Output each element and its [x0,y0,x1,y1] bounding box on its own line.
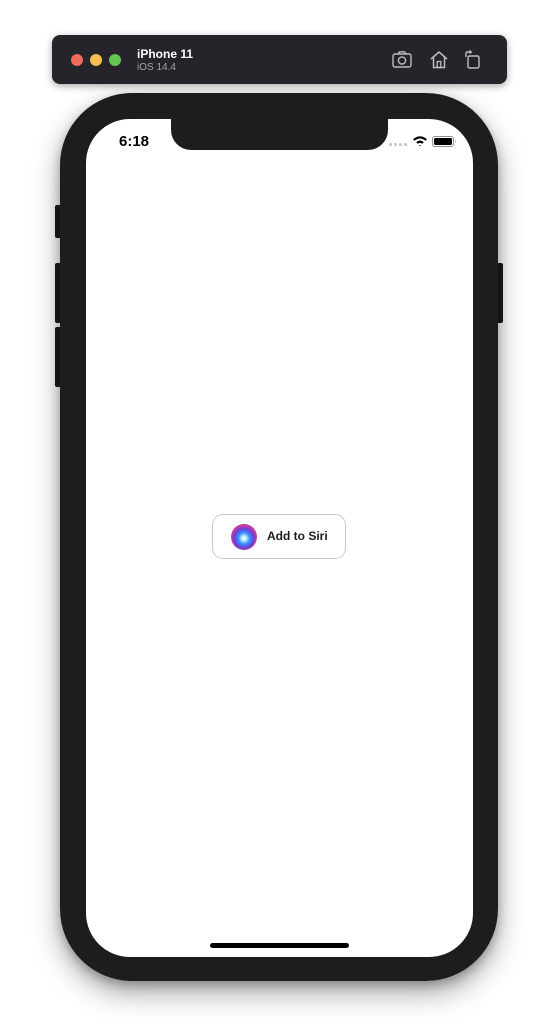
battery-icon [432,136,456,147]
simulator-toolbar: iPhone 11 iOS 14.4 [52,35,507,84]
device-os-version: iOS 14.4 [137,62,176,73]
home-icon [430,51,448,69]
device-screen: 6:18 Add to Siri [86,119,473,957]
cellular-signal-icon [389,143,407,146]
device-name: iPhone 11 [137,47,194,61]
close-window-button[interactable] [71,54,83,66]
simulator-window: iPhone 11 iOS 14.4 6:18 Add to Siri [0,0,559,1024]
siri-icon [231,524,257,550]
add-to-siri-button[interactable]: Add to Siri [212,514,346,559]
rotate-icon [465,49,480,69]
add-to-siri-label: Add to Siri [267,529,328,543]
notch [171,119,388,150]
home-button[interactable] [427,48,451,72]
wifi-icon [413,136,427,147]
screenshot-icon [392,51,412,68]
rotate-button[interactable] [461,48,485,72]
status-time: 6:18 [119,133,150,150]
zoom-window-button[interactable] [109,54,121,66]
minimize-window-button[interactable] [90,54,102,66]
home-indicator[interactable] [210,943,349,948]
screenshot-button[interactable] [390,48,414,72]
